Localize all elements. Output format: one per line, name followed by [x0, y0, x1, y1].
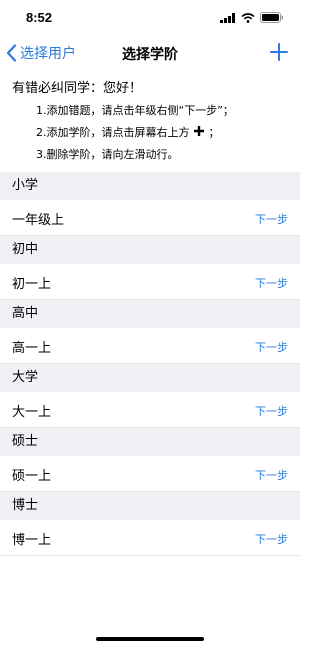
section-header-primary: 小学: [0, 172, 300, 200]
navigation-bar: 选择用户 选择学阶: [0, 36, 300, 70]
section-header-doctorate: 博士: [0, 492, 300, 520]
wifi-icon: [241, 12, 255, 23]
instruction-step-2-end: ；: [208, 126, 220, 139]
next-step-button[interactable]: 下一步: [255, 531, 288, 547]
back-button-label: 选择用户: [20, 46, 76, 62]
instruction-step-2-text: 2.添加学阶，请点击屏幕右上方: [36, 126, 190, 139]
heavy-plus-icon: [193, 122, 205, 144]
list-item[interactable]: 高一上 下一步: [0, 328, 300, 364]
home-indicator[interactable]: [96, 637, 204, 641]
instruction-step-2: 2.添加学阶，请点击屏幕右上方 ；: [0, 122, 300, 144]
row-label: 一年级上: [12, 213, 65, 228]
next-step-button[interactable]: 下一步: [255, 275, 288, 291]
plus-icon[interactable]: [270, 43, 288, 61]
list-item[interactable]: 大一上 下一步: [0, 392, 300, 428]
chevron-left-icon: [6, 44, 17, 62]
signal-icon: [220, 12, 235, 23]
next-step-button[interactable]: 下一步: [255, 211, 288, 227]
instruction-step-1: 1.添加错题，请点击年级右侧“下一步”；: [36, 104, 234, 117]
row-label: 高一上: [12, 341, 52, 356]
back-button[interactable]: 选择用户: [6, 43, 76, 63]
section-header-university: 大学: [0, 364, 300, 392]
section-header-middle-school: 初中: [0, 236, 300, 264]
status-bar: 8:52: [0, 0, 300, 36]
stage-list: 小学 一年级上 下一步 初中 初一上 下一步 高中 高一上 下一步 大学 大一上…: [0, 172, 300, 556]
battery-icon: [260, 12, 284, 23]
row-label: 大一上: [12, 405, 52, 420]
section-header-high-school: 高中: [0, 300, 300, 328]
instruction-step-3: 3.删除学阶，请向左滑动行。: [36, 148, 179, 161]
list-item[interactable]: 初一上 下一步: [0, 264, 300, 300]
status-icons: [220, 12, 284, 23]
next-step-button[interactable]: 下一步: [255, 339, 288, 355]
list-item[interactable]: 硕一上 下一步: [0, 456, 300, 492]
row-label: 硕一上: [12, 469, 52, 484]
next-step-button[interactable]: 下一步: [255, 467, 288, 483]
status-time: 8:52: [26, 10, 53, 25]
next-step-button[interactable]: 下一步: [255, 403, 288, 419]
list-item[interactable]: 博一上 下一步: [0, 520, 300, 556]
instructions: 有错必纠同学：您好！ 1.添加错题，请点击年级右侧“下一步”； 2.添加学阶，请…: [0, 78, 300, 166]
row-label: 初一上: [12, 277, 52, 292]
section-header-masters: 硕士: [0, 428, 300, 456]
list-item[interactable]: 一年级上 下一步: [0, 200, 300, 236]
row-label: 博一上: [12, 533, 52, 548]
greeting-text: 有错必纠同学：您好！: [12, 81, 143, 96]
